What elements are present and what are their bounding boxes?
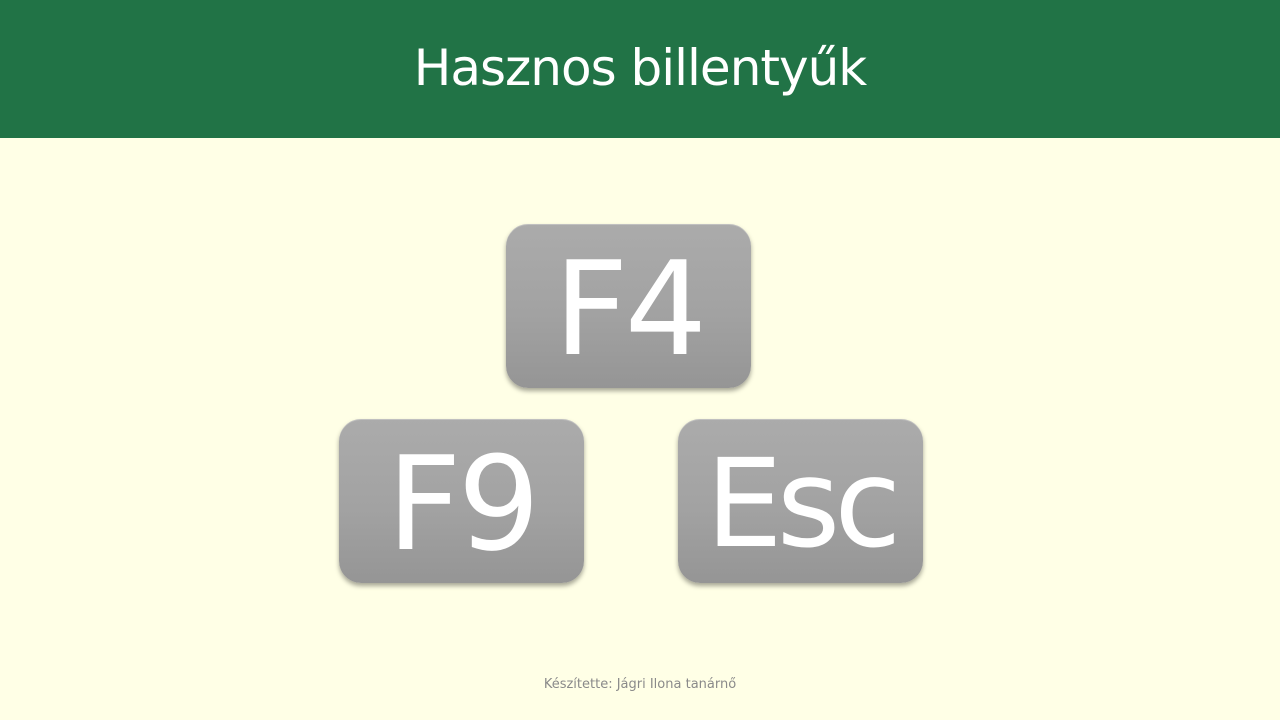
author-credit: Készítette: Jágri Ilona tanárnő [543,677,737,692]
key-f4: F4 [506,224,751,388]
slide-title: Hasznos billentyűk [413,39,867,97]
key-f9-label: F9 [386,428,540,580]
title-bar: Hasznos billentyűk [0,0,1280,138]
key-f9: F9 [339,419,584,583]
key-esc: Esc [678,419,923,583]
key-esc-label: Esc [705,433,902,575]
key-f4-label: F4 [553,233,707,385]
